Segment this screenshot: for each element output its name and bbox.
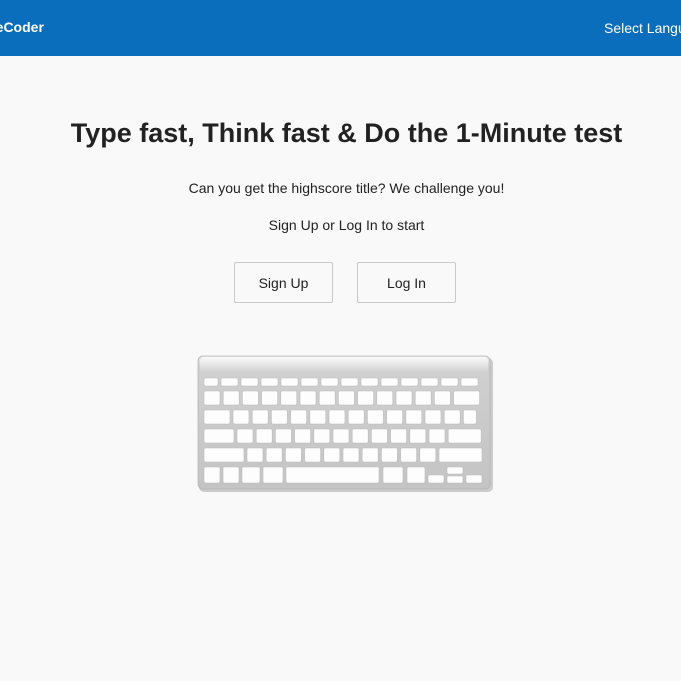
keyboard-key	[351, 428, 369, 444]
keyboard-key	[262, 466, 284, 484]
keyboard-key	[203, 390, 221, 406]
tagline: Can you get the highscore title? We chal…	[188, 180, 505, 196]
login-button[interactable]: Log In	[357, 262, 456, 303]
keyboard-key	[265, 447, 283, 463]
keyboard-key	[367, 409, 384, 425]
keyboard-key	[323, 447, 341, 463]
keyboard-key	[440, 377, 459, 387]
keyboard-key	[203, 409, 231, 425]
keyboard-key	[463, 409, 477, 425]
keyboard-key	[280, 377, 299, 387]
signin-prompt: Sign Up or Log In to start	[268, 217, 425, 233]
keyboard-key	[380, 377, 399, 387]
keyboard-key	[446, 466, 464, 475]
keyboard-key	[285, 466, 380, 484]
keyboard-key	[371, 428, 388, 444]
keyboard-key	[240, 377, 259, 387]
keyboard-key	[294, 428, 311, 444]
keyboard-key	[251, 409, 269, 425]
keyboard-key	[313, 428, 331, 444]
keyboard-key	[361, 447, 379, 463]
keyboard-key	[386, 409, 403, 425]
keyboard-key	[246, 447, 264, 463]
keyboard-key	[438, 447, 483, 463]
keyboard-key	[427, 474, 445, 484]
keyboard-key	[390, 428, 407, 444]
keyboard-key	[376, 390, 394, 406]
keyboard-key	[261, 390, 278, 406]
keyboard-key	[328, 409, 346, 425]
keyboard-key	[332, 428, 350, 444]
keyboard-key	[447, 428, 482, 444]
keyboard-key	[309, 409, 327, 425]
keyboard-key	[400, 377, 419, 387]
page-title: Type fast, Think fast & Do the 1-Minute …	[70, 118, 623, 148]
keyboard-key	[220, 377, 239, 387]
keyboard-key	[300, 377, 319, 387]
keyboard-key	[236, 428, 254, 444]
keyboard-key	[255, 428, 273, 444]
keyboard-key	[414, 390, 432, 406]
keyboard-key	[405, 409, 423, 425]
keyboard-key	[203, 377, 219, 387]
keyboard-key	[318, 390, 336, 406]
keyboard-key	[434, 390, 451, 406]
keyboard-key	[340, 377, 359, 387]
keyboard-key	[406, 466, 426, 484]
keyboard-key	[203, 428, 235, 444]
keyboard-key	[347, 409, 365, 425]
keyboard-key	[460, 377, 479, 387]
keyboard-key	[424, 409, 442, 425]
keyboard-key	[453, 390, 480, 406]
keyboard-key	[446, 475, 464, 484]
keyboard-key	[443, 409, 461, 425]
keyboard-key	[232, 409, 250, 425]
keyboard-key	[357, 390, 374, 406]
keyboard-key	[338, 390, 355, 406]
keyboard-key	[275, 428, 292, 444]
keyboard-key	[465, 474, 483, 484]
keyboard-key	[304, 447, 321, 463]
keyboard-key	[242, 390, 259, 406]
keyboard-key	[203, 447, 245, 463]
keyboard-key	[271, 409, 288, 425]
keyboard-key	[241, 466, 261, 484]
keyboard-key	[342, 447, 360, 463]
keyboard-key	[428, 428, 446, 444]
keyboard-key	[381, 447, 398, 463]
signup-button[interactable]: Sign Up	[234, 262, 333, 303]
keyboard-key	[420, 377, 439, 387]
keyboard-key	[395, 390, 413, 406]
keyboard-key	[419, 447, 437, 463]
keyboard-key	[409, 428, 427, 444]
keyboard-key	[299, 390, 317, 406]
keyboard-image	[197, 355, 493, 492]
keyboard-key	[260, 377, 279, 387]
keyboard-key	[222, 390, 240, 406]
keyboard-key	[382, 466, 404, 484]
keyboard-key	[320, 377, 339, 387]
select-language-dropdown[interactable]: Select Langu	[604, 20, 681, 36]
keyboard-key	[400, 447, 417, 463]
keyboard-key	[360, 377, 379, 387]
keyboard-key	[290, 409, 307, 425]
keyboard-key	[203, 466, 221, 484]
keyboard-key	[285, 447, 302, 463]
keyboard-key	[280, 390, 298, 406]
keyboard-key	[222, 466, 240, 484]
brand-logo[interactable]: teCoder	[0, 19, 44, 35]
navbar: teCoder Select Langu	[0, 0, 681, 56]
